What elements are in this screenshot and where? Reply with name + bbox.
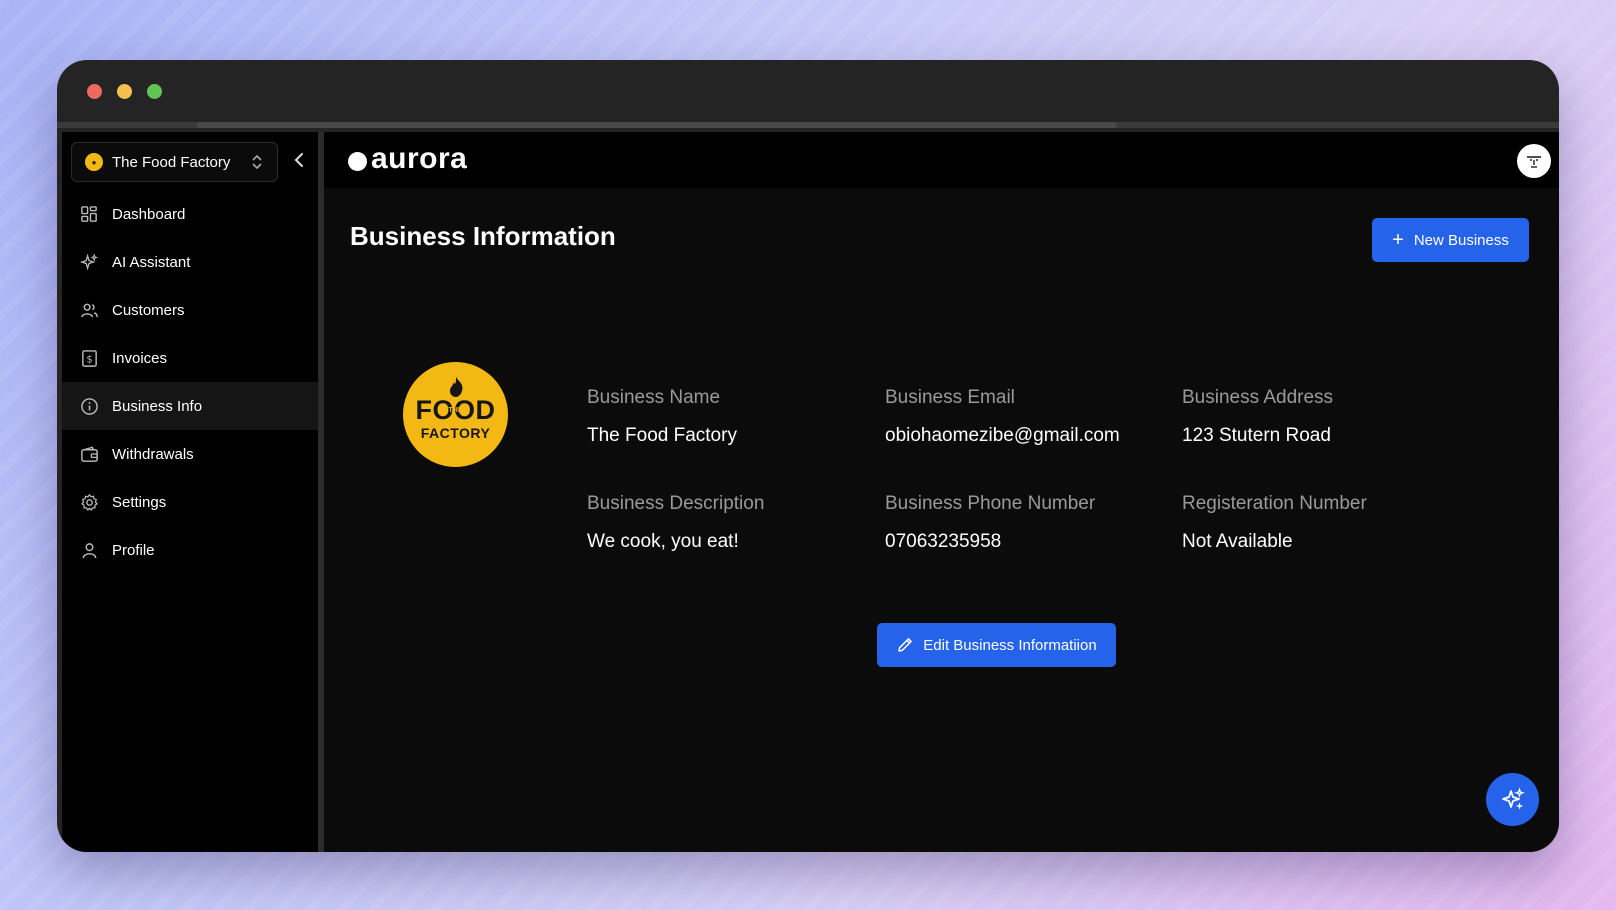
sidebar-item-dashboard[interactable]: Dashboard [62, 190, 318, 238]
sidebar-item-label: Withdrawals [112, 445, 194, 463]
field-business-address: Business Address 123 Stutern Road [1182, 387, 1333, 447]
invoice-icon: $ [79, 348, 99, 368]
field-label: Business Description [587, 493, 765, 514]
field-value: We cook, you eat! [587, 531, 739, 552]
sidebar-item-settings[interactable]: Settings [62, 478, 318, 526]
ai-assistant-fab[interactable] [1486, 773, 1539, 826]
field-value: The Food Factory [587, 425, 737, 446]
logo-text-factory: FACTORY [420, 425, 491, 441]
minimize-window-button[interactable] [117, 84, 132, 99]
sidebar: ● The Food Factory Dashboard AI Assistan… [62, 132, 318, 852]
svg-text:$: $ [86, 354, 92, 365]
business-selector-label: The Food Factory [112, 153, 231, 171]
user-icon [79, 540, 99, 560]
sidebar-item-label: AI Assistant [112, 253, 191, 271]
avatar[interactable] [1517, 144, 1551, 178]
avatar-face-icon [1527, 156, 1541, 168]
collapse-sidebar-icon[interactable] [290, 150, 310, 170]
dashboard-icon [79, 204, 99, 224]
main-content: aurora Business Information + New Busine… [324, 132, 1559, 852]
sparkles-icon [1501, 786, 1525, 810]
field-label: Registeration Number [1182, 493, 1367, 514]
field-label: Business Name [587, 387, 721, 408]
field-value: 07063235958 [885, 531, 1002, 552]
sidebar-item-label: Business Info [112, 397, 203, 415]
sidebar-item-customers[interactable]: Customers [62, 286, 318, 334]
sidebar-nav: Dashboard AI Assistant Customers $ Invoi… [62, 190, 318, 574]
field-label: Business Address [1182, 387, 1334, 408]
chevron-up-down-icon [252, 154, 262, 170]
plus-icon: + [1392, 229, 1404, 251]
field-registration-number: Registeration Number Not Available [1182, 493, 1367, 553]
brand-dot-icon [348, 151, 367, 171]
new-business-label: New Business [1413, 231, 1509, 249]
sidebar-item-invoices[interactable]: $ Invoices [62, 334, 318, 382]
field-value: 123 Stutern Road [1182, 425, 1331, 446]
field-label: Business Phone Number [885, 493, 1096, 514]
sidebar-item-profile[interactable]: Profile [62, 526, 318, 574]
field-business-phone: Business Phone Number 07063235958 [885, 493, 1095, 553]
sidebar-item-label: Settings [112, 493, 167, 511]
sparkles-icon [79, 252, 99, 272]
window-scrollbar[interactable] [57, 122, 1559, 128]
business-logo: FOOD FACTORY THE [403, 362, 508, 467]
business-selector[interactable]: ● The Food Factory [71, 142, 278, 182]
sidebar-item-withdrawals[interactable]: Withdrawals [62, 430, 318, 478]
app-window: ● The Food Factory Dashboard AI Assistan… [57, 60, 1559, 852]
brand-logo[interactable]: aurora [348, 142, 467, 176]
sidebar-item-label: Profile [112, 541, 155, 559]
sidebar-item-business-info[interactable]: Business Info [62, 382, 318, 430]
pencil-icon [898, 638, 913, 652]
business-logo-icon: ● [85, 153, 103, 171]
field-value: obiohaomezibe@gmail.com [885, 425, 1120, 446]
flame-icon [449, 377, 462, 397]
edit-business-info-label: Edit Business Informatiion [923, 636, 1097, 654]
sidebar-item-label: Dashboard [112, 205, 186, 223]
field-label: Business Email [885, 387, 1015, 408]
top-header: aurora [324, 132, 1559, 188]
scrollbar-thumb[interactable] [197, 122, 1117, 128]
field-value: Not Available [1182, 531, 1293, 552]
gear-icon [79, 492, 99, 512]
edit-business-info-button[interactable]: Edit Business Informatiion [877, 623, 1116, 667]
close-window-button[interactable] [87, 84, 102, 99]
users-icon [79, 300, 99, 320]
field-business-email: Business Email obiohaomezibe@gmail.com [885, 387, 1120, 447]
sidebar-item-ai-assistant[interactable]: AI Assistant [62, 238, 318, 286]
new-business-button[interactable]: + New Business [1372, 218, 1529, 262]
window-controls [87, 84, 162, 99]
sidebar-item-label: Invoices [112, 349, 168, 367]
maximize-window-button[interactable] [147, 84, 162, 99]
brand-name: aurora [371, 142, 468, 175]
field-business-name: Business Name The Food Factory [587, 387, 737, 447]
logo-text-the: THE [448, 407, 463, 414]
wallet-icon [79, 444, 99, 464]
page-title: Business Information [350, 221, 616, 251]
info-icon [79, 396, 99, 416]
sidebar-item-label: Customers [112, 301, 185, 319]
field-business-description: Business Description We cook, you eat! [587, 493, 764, 553]
